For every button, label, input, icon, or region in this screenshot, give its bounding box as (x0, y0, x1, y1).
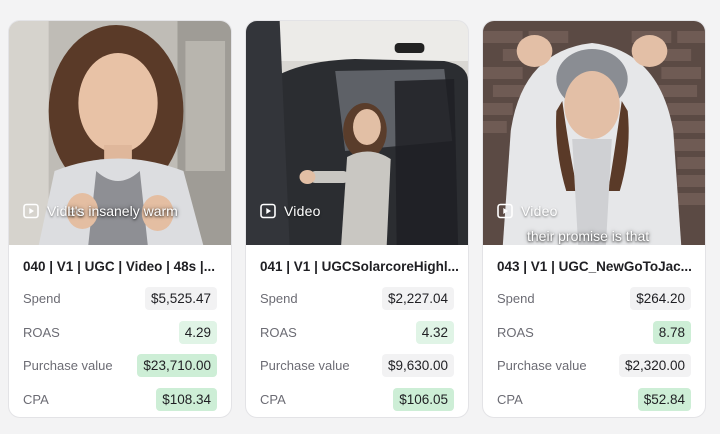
ad-title: 040 | V1 | UGC | Video | 48s |... (23, 259, 215, 274)
metric-value: $5,525.47 (144, 287, 217, 311)
metric-row-spend: Spend $2,227.04 (246, 282, 468, 316)
media-type-label: Video (284, 203, 321, 219)
metric-row-purchase-value: Purchase value $23,710.00 (9, 349, 231, 383)
metric-row-purchase-value: Purchase value $2,320.00 (483, 349, 705, 383)
metrics-list: Spend $264.20 ROAS 8.78 Purchase value $… (483, 282, 705, 416)
metric-row-cpa: CPA $108.34 (9, 383, 231, 417)
metric-label: CPA (497, 391, 523, 407)
metric-label: ROAS (497, 324, 534, 340)
creative-card[interactable]: Video 041 | V1 | UGCSolarcoreHighl... Sp… (245, 20, 469, 418)
creative-card-grid: Video It's insanely warm 040 | V1 | UGC … (8, 20, 706, 418)
metric-label: Spend (23, 291, 61, 307)
metric-label: Purchase value (497, 358, 587, 374)
metric-label: CPA (260, 391, 286, 407)
media-type-label: Video (521, 203, 558, 219)
metric-label: ROAS (260, 324, 297, 340)
metric-value: $23,710.00 (137, 354, 217, 378)
video-thumbnail[interactable]: Video their promise is that (483, 21, 705, 245)
metric-label: Purchase value (23, 358, 113, 374)
video-thumbnail[interactable]: Video (246, 21, 468, 245)
video-caption: It's insanely warm (67, 203, 178, 219)
metric-value: $9,630.00 (381, 354, 454, 378)
media-type-badge: Video (497, 203, 558, 219)
video-play-icon (260, 203, 276, 219)
video-play-icon (497, 203, 513, 219)
ad-title: 041 | V1 | UGCSolarcoreHighl... (260, 259, 459, 274)
metric-row-cpa: CPA $106.05 (246, 383, 468, 417)
metric-label: CPA (23, 391, 49, 407)
creative-card[interactable]: Video It's insanely warm 040 | V1 | UGC … (8, 20, 232, 418)
metric-value: $2,320.00 (618, 354, 691, 378)
metric-row-roas: ROAS 4.32 (246, 316, 468, 350)
metric-label: Spend (497, 291, 535, 307)
metric-value: 4.32 (415, 320, 454, 344)
metric-row-spend: Spend $5,525.47 (9, 282, 231, 316)
metrics-list: Spend $5,525.47 ROAS 4.29 Purchase value… (9, 282, 231, 416)
metric-value: $108.34 (156, 387, 217, 411)
metric-value: 8.78 (652, 320, 691, 344)
video-caption: their promise is that (527, 228, 650, 244)
metric-row-cpa: CPA $52.84 (483, 383, 705, 417)
metric-row-roas: ROAS 4.29 (9, 316, 231, 350)
metric-value: $52.84 (637, 387, 691, 411)
metric-value: $2,227.04 (381, 287, 454, 311)
ad-title: 043 | V1 | UGC_NewGoToJac... (497, 259, 692, 274)
metric-value: $106.05 (393, 387, 454, 411)
metric-row-purchase-value: Purchase value $9,630.00 (246, 349, 468, 383)
metric-value: $264.20 (630, 287, 691, 311)
metric-row-roas: ROAS 8.78 (483, 316, 705, 350)
video-play-icon (23, 203, 39, 219)
metrics-list: Spend $2,227.04 ROAS 4.32 Purchase value… (246, 282, 468, 416)
metric-label: ROAS (23, 324, 60, 340)
metric-label: Purchase value (260, 358, 350, 374)
metric-value: 4.29 (178, 320, 217, 344)
media-type-badge: Video (260, 203, 321, 219)
creative-card[interactable]: Video their promise is that 043 | V1 | U… (482, 20, 706, 418)
metric-label: Spend (260, 291, 298, 307)
video-thumbnail[interactable]: Video It's insanely warm (9, 21, 231, 245)
metric-row-spend: Spend $264.20 (483, 282, 705, 316)
